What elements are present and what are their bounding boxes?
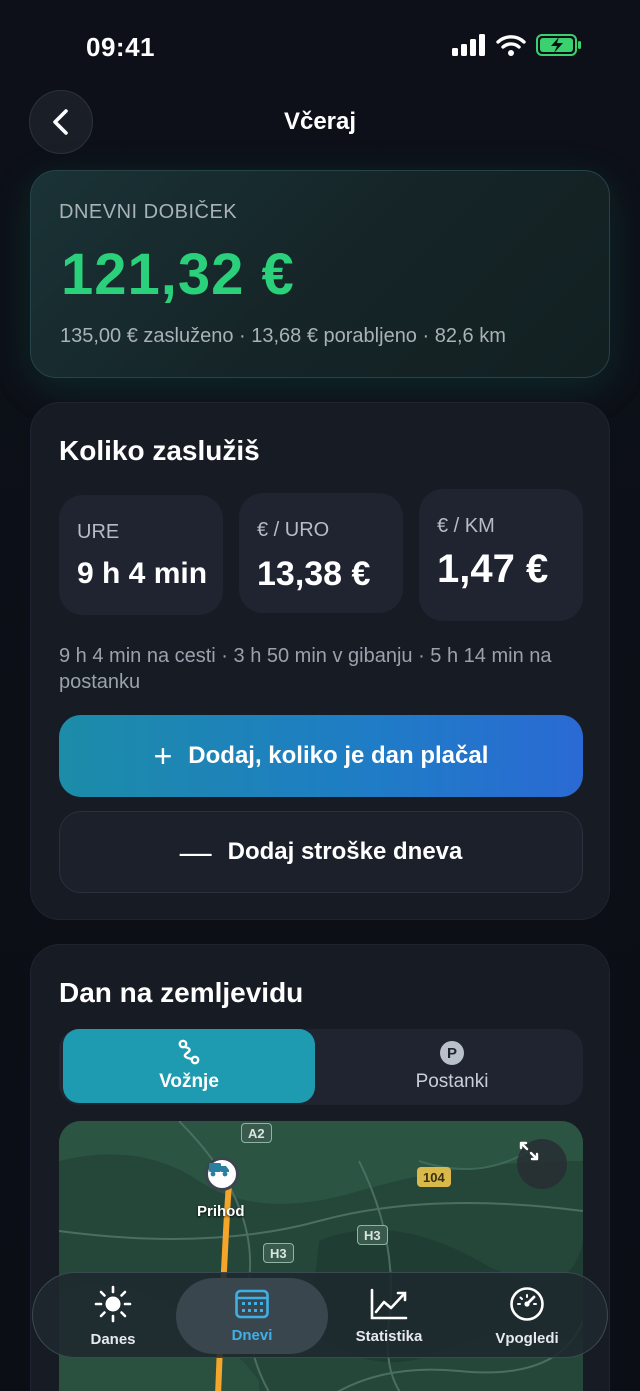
road-label-h3-east: H3 [357, 1225, 388, 1245]
metric-label: € / KM [437, 515, 495, 537]
metric-value: 13,38 € [257, 555, 371, 593]
metric-per-km: € / KM 1,47 € [419, 489, 583, 621]
map-title: Dan na zemljevidu [59, 977, 304, 1008]
status-time: 09:41 [86, 32, 155, 62]
truck-icon [209, 1163, 229, 1177]
add-pay-button[interactable]: + Dodaj, koliko je dan plačal [59, 715, 583, 797]
tab-label: Statistika [355, 1327, 423, 1345]
metric-label: URE [77, 521, 120, 543]
tab-days[interactable]: Dnevi [176, 1278, 328, 1354]
battery-charging-icon [536, 34, 581, 56]
road-label-h3: H3 [263, 1243, 294, 1263]
segment-label: Vožnje [159, 1071, 219, 1092]
tab-insights[interactable]: Vpogledi [455, 1273, 599, 1359]
arrival-pin[interactable] [205, 1157, 239, 1191]
road-label-104: 104 [417, 1167, 451, 1187]
tab-label: Dnevi [231, 1326, 273, 1344]
calendar-icon [235, 1289, 269, 1318]
add-costs-label: Dodaj stroške dneva [227, 838, 463, 865]
earnings-card: Koliko zaslužiš URE 9 h 4 min € / URO 13… [30, 402, 610, 920]
screen: 09:41 Včeraj DNEVNI DOBIČEK 121,32 € 135… [0, 0, 640, 1391]
gauge-icon [510, 1286, 544, 1321]
status-bar: 09:41 [0, 0, 640, 90]
road-label-a2: A2 [241, 1123, 272, 1143]
plus-icon: + [153, 738, 173, 774]
tab-statistics[interactable]: Statistika [317, 1273, 461, 1359]
profit-label: DNEVNI DOBIČEK [59, 201, 238, 223]
earnings-title: Koliko zaslužiš [59, 435, 260, 466]
status-icons [452, 34, 582, 56]
route-icon [178, 1039, 200, 1065]
map-mode-toggle: Vožnje P Postanki [59, 1029, 583, 1105]
profit-summary: 135,00 € zasluženo · 13,68 € porabljeno … [60, 325, 506, 347]
arrival-label: Prihod [197, 1203, 245, 1220]
profit-value: 121,32 € [61, 242, 295, 307]
tab-label: Vpogledi [495, 1329, 559, 1347]
tab-today[interactable]: Danes [41, 1273, 185, 1359]
cellular-signal-icon [452, 34, 485, 56]
metric-hours: URE 9 h 4 min [59, 495, 223, 615]
expand-icon [519, 1141, 539, 1161]
expand-map-button[interactable] [517, 1139, 567, 1189]
tab-label: Danes [90, 1330, 136, 1348]
metric-label: € / URO [257, 519, 330, 541]
wifi-icon [496, 35, 526, 56]
minus-icon: — [179, 834, 212, 870]
time-breakdown-note: 9 h 4 min na cesti · 3 h 50 min v gibanj… [59, 645, 552, 693]
metric-value: 9 h 4 min [77, 557, 208, 590]
daily-profit-card: DNEVNI DOBIČEK 121,32 € 135,00 € zasluže… [30, 170, 610, 378]
segment-label: Postanki [415, 1071, 489, 1092]
segment-rides[interactable]: Vožnje [63, 1029, 315, 1103]
page-title: Včeraj [283, 108, 357, 135]
metric-per-hour: € / URO 13,38 € [239, 493, 403, 613]
tab-bar: Danes Dnevi Statistika Vpogledi [32, 1272, 608, 1358]
segment-stops[interactable]: P Postanki [321, 1029, 583, 1105]
sun-icon [94, 1285, 132, 1322]
add-pay-label: Dodaj, koliko je dan plačal [188, 742, 489, 769]
chart-icon [370, 1288, 408, 1319]
metric-value: 1,47 € [437, 547, 549, 591]
add-costs-button[interactable]: — Dodaj stroške dneva [59, 811, 583, 893]
parking-icon: P [440, 1041, 464, 1065]
